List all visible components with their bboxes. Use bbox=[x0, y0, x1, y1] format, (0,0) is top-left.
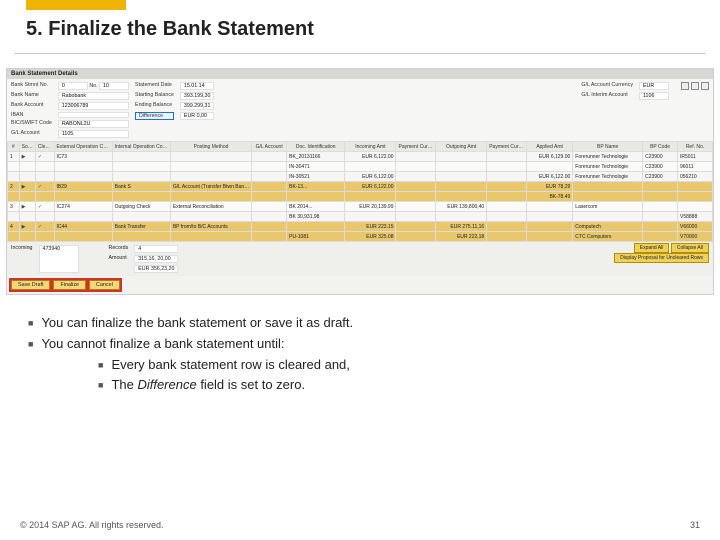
table-row[interactable]: PU-1081EUR 325.08EUR 222,18CTC Computers… bbox=[8, 232, 713, 242]
col-header: Payment Currency bbox=[396, 142, 436, 152]
table-row[interactable]: 3IC274Outgoing CheckExternal Reconciliat… bbox=[8, 202, 713, 212]
slide-title: 5. Finalize the Bank Statement bbox=[26, 18, 720, 41]
val-end-bal: 399.299,31 bbox=[180, 102, 215, 110]
lbl-gl-interim: G/L Interim Account bbox=[581, 92, 633, 100]
display-proposal-button[interactable]: Display Proposal for Uncleared Rows bbox=[614, 253, 709, 263]
lbl-bank-name: Bank Name bbox=[11, 92, 52, 100]
lbl-stmt-date: Statement Date bbox=[135, 82, 174, 90]
col-header: Ref. No. bbox=[677, 142, 712, 152]
val-diff: EUR 0,00 bbox=[180, 112, 215, 120]
val-gl: 1105 bbox=[58, 130, 129, 138]
col-header: Internal Operation Code bbox=[112, 142, 170, 152]
val-bank-account: 123006789 bbox=[58, 102, 129, 110]
window-icon[interactable] bbox=[691, 82, 699, 90]
col-header: External Operation Code bbox=[54, 142, 112, 152]
accent-bar bbox=[26, 0, 126, 10]
lbl-start-bal: Starting Balance bbox=[135, 92, 174, 100]
lbl-gl: G/L Account bbox=[11, 130, 52, 138]
val-amount2: EUR 356,23,20 bbox=[134, 265, 178, 273]
val-stmt-date: 15.01.14 bbox=[180, 82, 215, 90]
lbl-diff: Difference bbox=[135, 112, 174, 120]
table-row[interactable]: BK 30,931,98V58888 bbox=[8, 212, 713, 222]
table-row[interactable]: 4IC44Bank TransferBP from/to B/C Account… bbox=[8, 222, 713, 232]
slide-footer: © 2014 SAP AG. All rights reserved. 31 bbox=[0, 520, 720, 530]
divider bbox=[14, 53, 706, 54]
table-row[interactable]: IN-30521EUR 6,122.00EUR 6,122.00Forerunn… bbox=[8, 172, 713, 182]
sub-bullet-2: The Difference field is set to zero. bbox=[98, 375, 696, 396]
val-records: 4 bbox=[134, 245, 178, 253]
table-row[interactable]: IN-30471Forerunner TechnologieC239009601… bbox=[8, 162, 713, 172]
window-icons bbox=[681, 82, 709, 90]
col-header: Payment Currency bbox=[487, 142, 527, 152]
lbl-records: Records bbox=[109, 245, 129, 253]
val-gl-interim: 1106 bbox=[639, 92, 669, 100]
bullet-1: You can finalize the bank statement or s… bbox=[28, 313, 696, 334]
lbl-gl-currency: G/L Account Currency bbox=[581, 82, 633, 90]
val-start-bal: 393.199,30 bbox=[180, 92, 215, 100]
col-header: Incoming Amt bbox=[345, 142, 396, 152]
val-bank-name: Rabobank bbox=[58, 92, 129, 100]
bank-statement-panel: Bank Statement Details Bank Stmnt No. 0 … bbox=[6, 68, 714, 295]
lbl-bank-account: Bank Account bbox=[11, 102, 52, 110]
val-bank-stmt-no: 0 bbox=[58, 82, 88, 90]
panel-title: Bank Statement Details bbox=[7, 69, 713, 79]
expand-all-button[interactable]: Expand All bbox=[634, 243, 670, 253]
col-header: Applied Amt bbox=[526, 142, 573, 152]
lbl-amount: Amount bbox=[109, 255, 129, 263]
cancel-button[interactable]: Cancel bbox=[89, 280, 120, 290]
action-row: Save Draft Finalize Cancel bbox=[7, 276, 713, 294]
lbl-end-bal: Ending Balance bbox=[135, 102, 174, 110]
col-header: # bbox=[8, 142, 20, 152]
val-amount1: 315,16, 20,00 bbox=[134, 255, 178, 263]
table-row[interactable]: BK-78.49 bbox=[8, 192, 713, 202]
col-header: BP Name bbox=[573, 142, 643, 152]
col-header: BP Code bbox=[643, 142, 678, 152]
collapse-all-button[interactable]: Collapse All bbox=[671, 243, 709, 253]
val-swift: RABONL2U bbox=[58, 120, 129, 128]
finalize-button[interactable]: Finalize bbox=[53, 280, 86, 290]
window-icon[interactable] bbox=[681, 82, 689, 90]
col-header: Cleared bbox=[35, 142, 54, 152]
page-number: 31 bbox=[690, 520, 700, 530]
lbl-no: No. bbox=[89, 83, 97, 89]
bullet-2: You cannot finalize a bank statement unt… bbox=[28, 334, 696, 355]
bullet-list: You can finalize the bank statement or s… bbox=[28, 313, 696, 396]
save-draft-button[interactable]: Save Draft bbox=[11, 280, 50, 290]
col-header: G/L Account bbox=[252, 142, 287, 152]
col-header: Source bbox=[19, 142, 35, 152]
val-iban bbox=[58, 112, 129, 118]
val-no: 10 bbox=[99, 82, 129, 90]
table-row[interactable]: 1IC73BK_20131166EUR 6,122.00EUR 6,129.00… bbox=[8, 152, 713, 162]
panel-footer: Incoming 473940 Records 4 Amount 315,16,… bbox=[7, 242, 713, 276]
val-gl-currency: EUR bbox=[639, 82, 669, 90]
lbl-iban: IBAN bbox=[11, 112, 52, 118]
statement-grid[interactable]: #SourceClearedExternal Operation CodeInt… bbox=[7, 141, 713, 242]
panel-header: Bank Stmnt No. 0 No. 10 Bank Name Raboba… bbox=[7, 79, 713, 141]
val-incoming: 473940 bbox=[39, 245, 79, 273]
table-row[interactable]: 2IB29Bank SG/L Account (Transfer Btwn Ba… bbox=[8, 182, 713, 192]
sub-bullet-1: Every bank statement row is cleared and, bbox=[98, 355, 696, 376]
col-header: Outgoing Amt bbox=[436, 142, 487, 152]
window-icon[interactable] bbox=[701, 82, 709, 90]
lbl-bank-stmt-no: Bank Stmnt No. bbox=[11, 82, 52, 90]
col-header: Doc. Identification bbox=[287, 142, 345, 152]
lbl-incoming: Incoming bbox=[11, 245, 33, 273]
copyright: © 2014 SAP AG. All rights reserved. bbox=[20, 520, 164, 530]
col-header: Posting Method bbox=[170, 142, 251, 152]
lbl-swift: BIC/SWIFT Code bbox=[11, 120, 52, 128]
